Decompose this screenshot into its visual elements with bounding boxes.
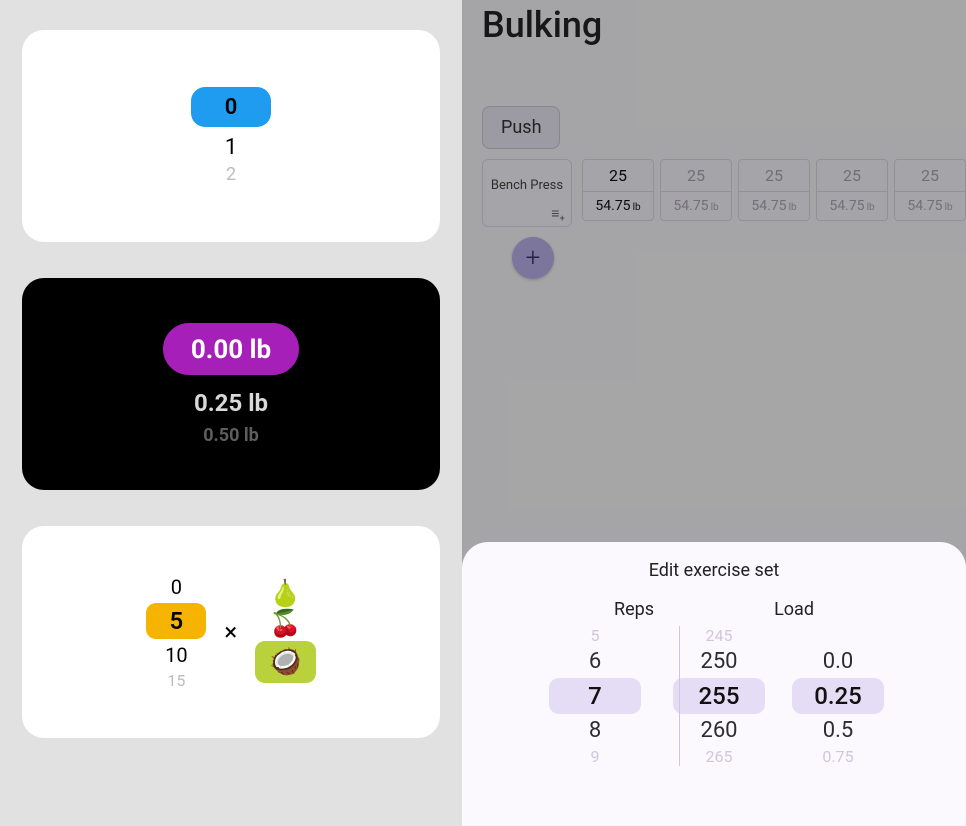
picker3-left-option[interactable]: 0	[171, 575, 182, 599]
reps-wheel[interactable]: 5 6 7 8 9	[545, 626, 645, 766]
picker3-right-option[interactable]: 🍐	[269, 581, 301, 607]
picker3-left-selected[interactable]: 5	[146, 603, 206, 639]
load-frac-option[interactable]: 0.5	[823, 718, 854, 743]
reps-option[interactable]: 5	[591, 626, 600, 645]
reps-option[interactable]: 9	[591, 747, 600, 766]
picker2-option[interactable]: 0.25 lb	[194, 389, 268, 417]
picker3-right-wheel[interactable]: 🍐 🍒 🥥	[255, 581, 315, 683]
load-frac-selected[interactable]: 0.25	[792, 678, 884, 714]
reps-selected[interactable]: 7	[549, 678, 641, 714]
reps-option[interactable]: 8	[589, 718, 601, 743]
picker-card-1: 0 1 2	[22, 30, 440, 242]
picker1-selected[interactable]: 0	[191, 87, 271, 127]
picker3-right-option[interactable]: 🍒	[269, 611, 301, 637]
load-option[interactable]: 260	[700, 718, 737, 743]
load-header: Load	[774, 599, 814, 620]
picker2-selected[interactable]: 0.00 lb	[163, 323, 299, 375]
load-frac-wheel[interactable]: 0.0 0.25 0.5 0.75	[793, 626, 883, 766]
sheet-title: Edit exercise set	[649, 560, 780, 581]
wheel-divider	[679, 626, 680, 766]
reps-header: Reps	[614, 599, 654, 620]
load-frac-option[interactable]: 0.75	[822, 747, 853, 766]
picker3-left-option[interactable]: 10	[165, 643, 187, 667]
right-panel: Bulking Push Bench Press ≡₊ 2554.75lb255…	[462, 0, 966, 826]
reps-option[interactable]: 6	[589, 649, 601, 674]
load-option[interactable]: 250	[700, 649, 737, 674]
load-frac-option	[836, 626, 840, 645]
load-frac-option[interactable]: 0.0	[823, 649, 854, 674]
load-selected[interactable]: 255	[673, 678, 765, 714]
load-whole-wheel[interactable]: 245 250 255 260 265	[669, 626, 769, 766]
picker-card-2: 0.00 lb 0.25 lb 0.50 lb	[22, 278, 440, 490]
load-option[interactable]: 245	[706, 626, 733, 645]
load-option[interactable]: 265	[706, 747, 733, 766]
picker3-left-option[interactable]: 15	[167, 671, 185, 690]
picker-card-3: 0 5 10 15 × 🍐 🍒 🥥	[22, 526, 440, 738]
picker3-left-wheel[interactable]: 0 5 10 15	[146, 575, 206, 690]
picker1-option[interactable]: 2	[226, 164, 236, 185]
times-separator: ×	[224, 618, 237, 646]
picker2-option[interactable]: 0.50 lb	[203, 425, 259, 446]
picker1-option[interactable]: 1	[225, 135, 237, 160]
picker3-right-selected[interactable]: 🥥	[255, 641, 315, 683]
left-panel: 0 1 2 0.00 lb 0.25 lb 0.50 lb 0 5 10 15 …	[0, 0, 462, 826]
edit-set-sheet: Edit exercise set Reps Load 5 6 7 8 9 24…	[462, 542, 966, 826]
